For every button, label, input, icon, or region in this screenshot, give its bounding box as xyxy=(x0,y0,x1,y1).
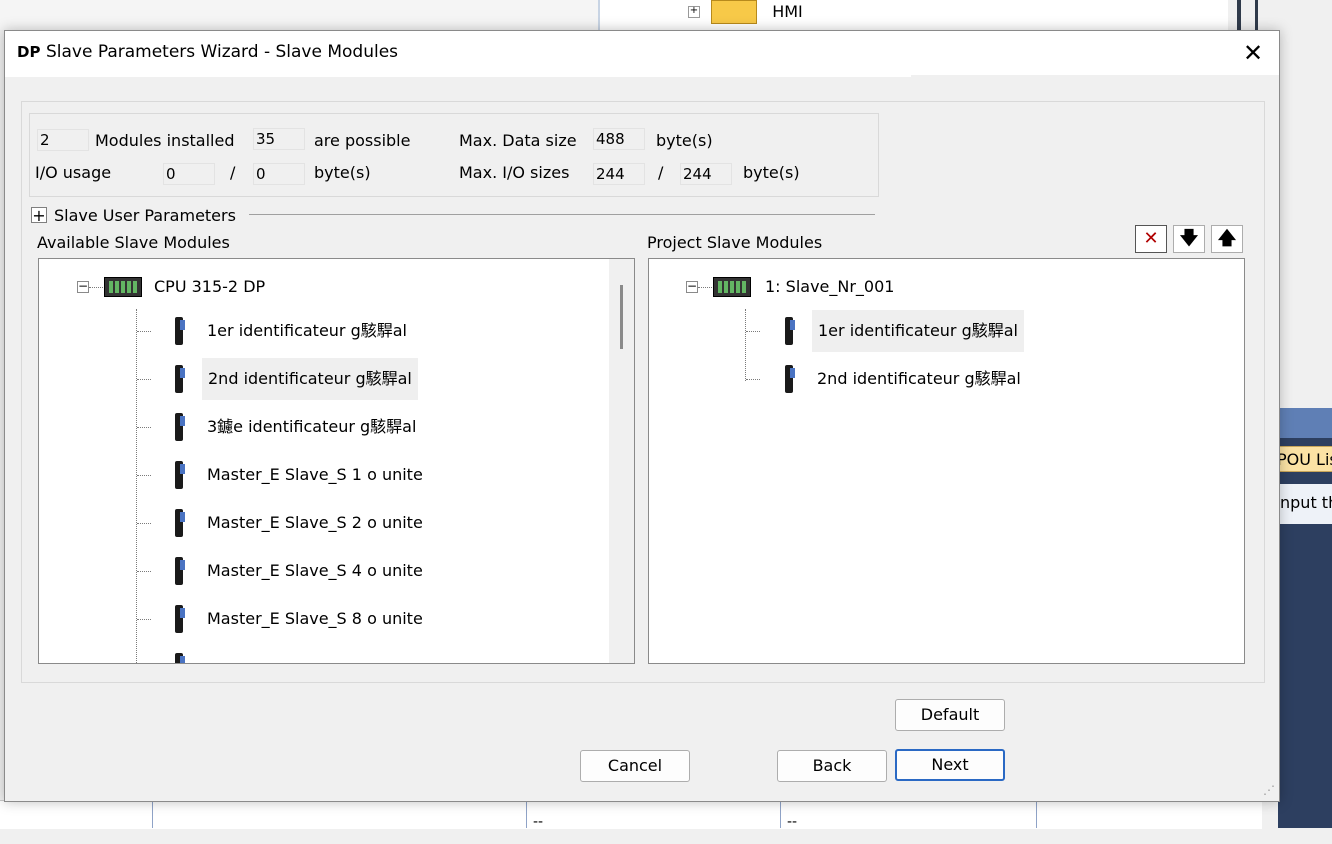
max-data-size-label: Max. Data size xyxy=(459,131,577,150)
title-divider xyxy=(5,75,911,77)
io-usage-input-field: 0 xyxy=(163,163,215,185)
delete-module-button[interactable]: ✕ xyxy=(1135,225,1167,253)
tree-item-module[interactable]: Master_E Slave_S 2 o unite xyxy=(39,501,599,545)
tree-item-module[interactable]: 2nd identificateur g駭駻al xyxy=(649,357,1239,401)
tree-item-label: 1er identificateur g駭駻al xyxy=(207,321,408,340)
module-icon xyxy=(173,603,187,635)
expand-icon[interactable]: + xyxy=(688,6,700,18)
background-table-cell xyxy=(152,800,526,828)
module-icon xyxy=(173,651,187,663)
module-icon xyxy=(173,459,187,491)
back-button[interactable]: Back xyxy=(777,750,887,782)
close-icon: ✕ xyxy=(1242,39,1264,67)
tree-item-label: Master_E Slave_S 2 o unite xyxy=(207,513,423,532)
available-modules-label: Available Slave Modules xyxy=(37,233,230,252)
background-table-cell xyxy=(1036,800,1256,828)
dp-app-icon: DP xyxy=(17,43,41,61)
io-usage-label: I/O usage xyxy=(35,163,112,182)
slave-user-parameters-label[interactable]: Slave User Parameters xyxy=(54,205,236,227)
max-data-size-unit: byte(s) xyxy=(656,131,713,150)
arrow-up-icon: 🡅 xyxy=(1217,228,1237,249)
cancel-button[interactable]: Cancel xyxy=(580,750,690,782)
close-button[interactable]: ✕ xyxy=(1233,39,1273,69)
available-scrollbar-thumb[interactable] xyxy=(620,285,623,349)
module-icon xyxy=(173,363,187,395)
folder-icon xyxy=(711,0,758,24)
tree-item-module[interactable]: Master_E Slave_S 1 o unite xyxy=(39,453,599,497)
delete-icon: ✕ xyxy=(1143,228,1159,249)
modules-installed-label: Modules installed xyxy=(95,131,235,150)
available-modules-tree[interactable]: − CPU 315-2 DP 1er identificateur g駭駻al … xyxy=(38,258,635,664)
tree-item-label: 1er identificateur g駭駻al xyxy=(812,310,1025,352)
project-modules-label: Project Slave Modules xyxy=(647,233,823,252)
tree-item-label: 2nd identificateur g駭駻al xyxy=(202,358,418,400)
default-button[interactable]: Default xyxy=(895,699,1005,731)
io-usage-output-field: 0 xyxy=(253,163,305,185)
collapse-icon[interactable]: − xyxy=(77,280,89,293)
background-table-cell: -- xyxy=(526,800,780,830)
background-table-cell: -- xyxy=(780,800,1036,830)
tree-item-module[interactable]: Master_E Slave_S 4 o unite xyxy=(39,549,599,593)
background-pou-panel-header xyxy=(1278,408,1332,438)
max-output-size-field: 244 xyxy=(680,163,732,185)
tree-item-label: Master_E Slave_S 4 o unite xyxy=(207,561,423,580)
module-icon xyxy=(173,315,187,347)
expand-user-params-icon[interactable]: + xyxy=(31,207,47,224)
tree-item-partial[interactable] xyxy=(39,645,599,663)
rack-icon xyxy=(104,277,142,297)
collapse-icon[interactable]: − xyxy=(686,280,698,293)
tree-item-label: Master_E Slave_S 1 o unite xyxy=(207,465,423,484)
tree-root-cpu[interactable]: − CPU 315-2 DP xyxy=(39,265,599,309)
max-io-unit: byte(s) xyxy=(743,163,800,182)
tree-item-label: 2nd identificateur g駭駻al xyxy=(817,369,1021,388)
max-io-slash: / xyxy=(658,163,664,182)
module-info-group xyxy=(29,113,879,197)
tree-item-label: Master_E Slave_S 8 o unite xyxy=(207,609,423,628)
tree-item-module[interactable]: 1er identificateur g駭駻al xyxy=(39,309,599,353)
slave-wizard-dialog: DP Slave Parameters Wizard - Slave Modul… xyxy=(4,30,1280,802)
modules-installed-field: 2 xyxy=(37,129,89,151)
tree-root-label: CPU 315-2 DP xyxy=(154,277,266,296)
next-button[interactable]: Next xyxy=(895,749,1005,781)
module-icon xyxy=(173,411,187,443)
move-up-button[interactable]: 🡅 xyxy=(1211,225,1243,253)
tree-item-module[interactable]: 2nd identificateur g駭駻al xyxy=(39,357,599,401)
possible-label: are possible xyxy=(314,131,411,150)
dialog-title: Slave Parameters Wizard - Slave Modules xyxy=(46,42,399,62)
user-params-separator xyxy=(249,214,875,215)
tree-root-slave[interactable]: − 1: Slave_Nr_001 xyxy=(649,265,1239,309)
available-scrollbar[interactable] xyxy=(609,259,634,663)
tree-root-label: 1: Slave_Nr_001 xyxy=(765,277,895,296)
background-tree-item[interactable]: + HMI xyxy=(688,0,803,24)
module-icon xyxy=(783,363,797,395)
rack-icon xyxy=(713,277,751,297)
io-usage-slash: / xyxy=(230,163,236,182)
io-usage-unit: byte(s) xyxy=(314,163,371,182)
module-icon xyxy=(173,507,187,539)
max-io-sizes-label: Max. I/O sizes xyxy=(459,163,570,182)
tree-item-label: 3鑢e identificateur g駭駻al xyxy=(207,417,417,436)
module-icon xyxy=(783,315,797,347)
max-input-size-field: 244 xyxy=(593,163,645,185)
tree-item-module[interactable]: 1er identificateur g駭駻al xyxy=(649,309,1239,353)
tree-item-module[interactable]: Master_E Slave_S 8 o unite xyxy=(39,597,599,641)
max-data-size-field: 488 xyxy=(593,128,645,150)
possible-field: 35 xyxy=(253,128,305,150)
move-down-button[interactable]: 🡇 xyxy=(1173,225,1205,253)
arrow-down-icon: 🡇 xyxy=(1179,228,1199,249)
resize-grip-icon[interactable]: ⋰ xyxy=(1263,783,1277,797)
background-pou-input[interactable]: nput th xyxy=(1280,484,1332,524)
module-icon xyxy=(173,555,187,587)
tree-item-module[interactable]: 3鑢e identificateur g駭駻al xyxy=(39,405,599,449)
project-modules-tree[interactable]: − 1: Slave_Nr_001 1er identificateur g駭駻… xyxy=(648,258,1245,664)
